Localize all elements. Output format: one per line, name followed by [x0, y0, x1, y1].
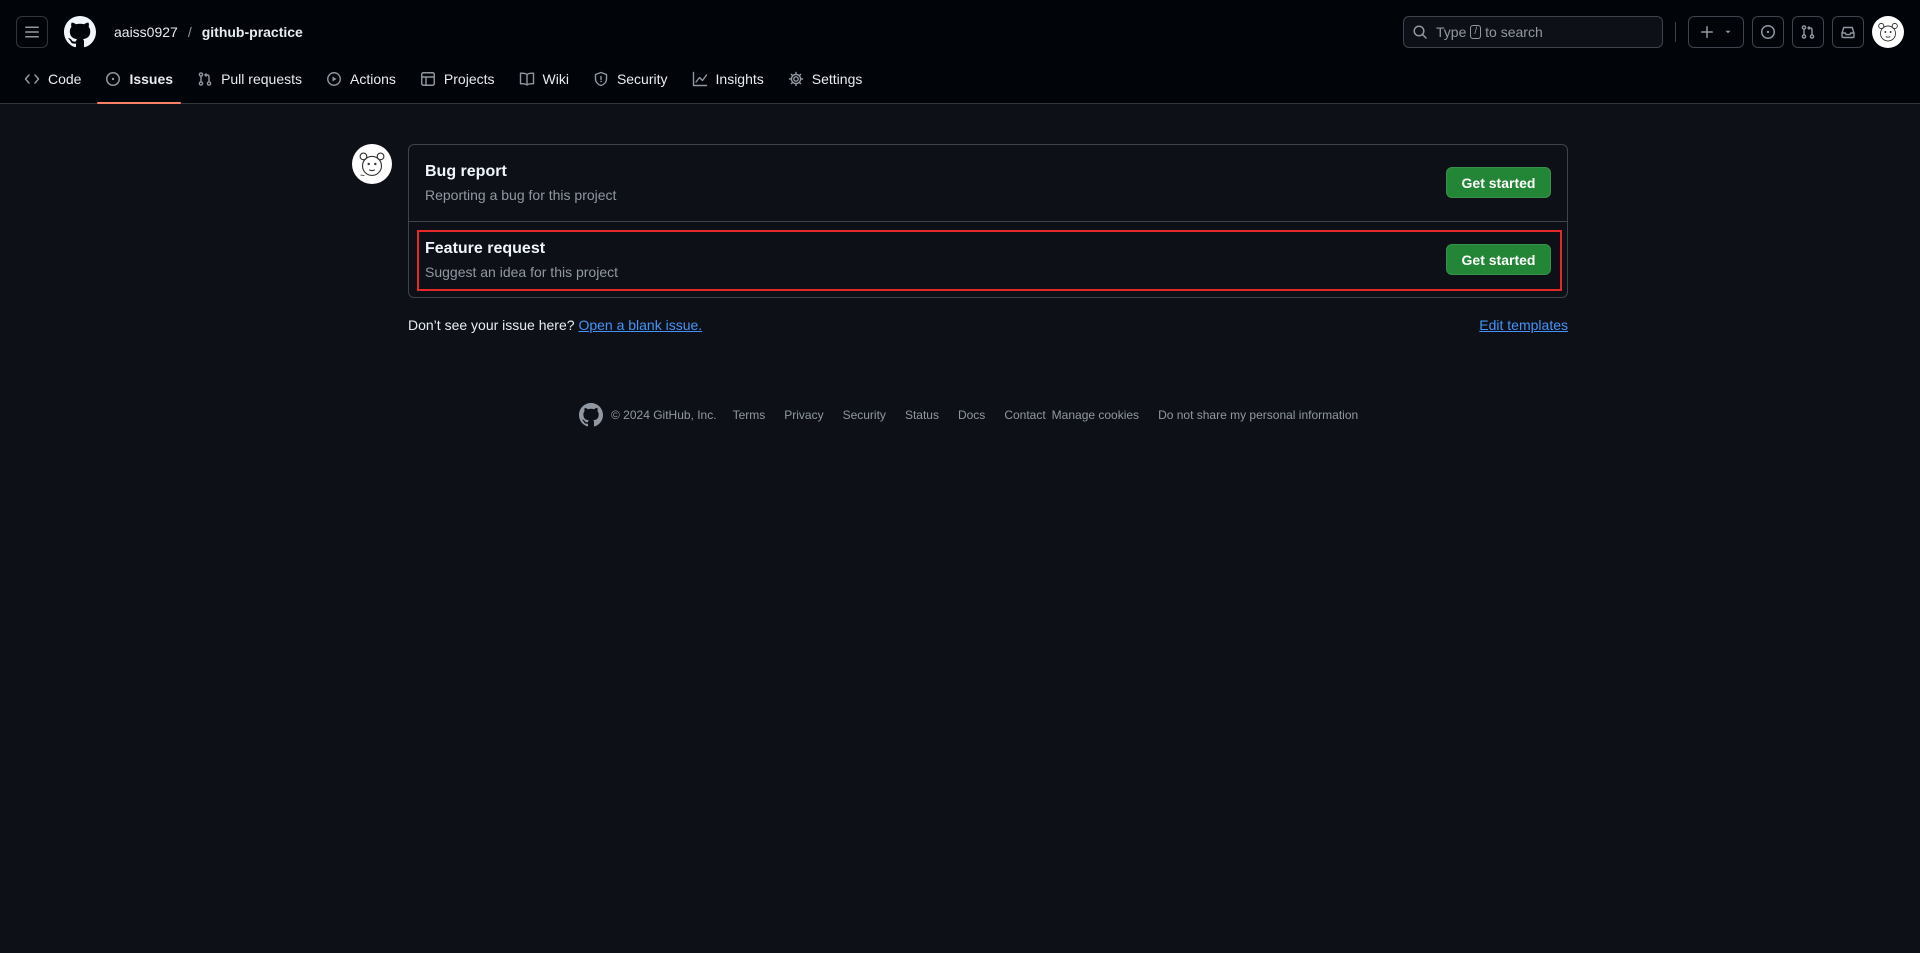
- template-list: Bug report Reporting a bug for this proj…: [408, 144, 1568, 298]
- breadcrumb: aaiss0927 / github-practice: [110, 24, 307, 40]
- git-pull-request-icon: [1801, 25, 1815, 39]
- footer-link-contact[interactable]: Contact: [1004, 408, 1045, 422]
- avatar-image-icon: [1873, 17, 1903, 47]
- repo-owner-link[interactable]: aaiss0927: [110, 24, 182, 40]
- footer-link-manage-cookies[interactable]: Manage cookies: [1052, 408, 1139, 422]
- search-icon: [1412, 24, 1428, 40]
- tab-label: Projects: [443, 71, 495, 87]
- template-description: Suggest an idea for this project: [425, 264, 619, 280]
- user-avatar[interactable]: [1872, 16, 1904, 48]
- tab-label: Issues: [129, 71, 174, 87]
- template-title: Bug report: [425, 163, 507, 180]
- shield-icon: [593, 71, 609, 87]
- tab-actions[interactable]: Actions: [318, 55, 404, 103]
- create-new-button[interactable]: [1688, 16, 1744, 48]
- inbox-icon: [1841, 26, 1855, 39]
- table-icon: [420, 71, 436, 87]
- template-feature-request: Feature request Suggest an idea for this…: [409, 221, 1567, 297]
- open-blank-issue-link[interactable]: Open a blank issue.: [578, 317, 702, 333]
- footer-link-security[interactable]: Security: [843, 408, 886, 422]
- pull-requests-button[interactable]: [1792, 16, 1824, 48]
- breadcrumb-separator: /: [187, 24, 192, 40]
- search-placeholder-prefix: Type: [1436, 24, 1467, 40]
- triangle-down-icon: [1725, 30, 1731, 34]
- tab-label: Insights: [715, 71, 764, 87]
- tab-wiki[interactable]: Wiki: [511, 55, 577, 103]
- page-footer: © 2024 GitHub, Inc. Terms Privacy Securi…: [579, 403, 1377, 427]
- repo-nav-tabs: Code Issues Pull requests Actions Projec…: [16, 55, 878, 104]
- search-shortcut-key: /: [1470, 25, 1482, 39]
- play-icon: [326, 71, 342, 87]
- app-header: aaiss0927 / github-practice Type / to se…: [0, 0, 1920, 104]
- header-divider: [1675, 22, 1676, 42]
- hamburger-icon: [25, 26, 39, 38]
- repo-name-link[interactable]: github-practice: [198, 24, 307, 40]
- template-description: Reporting a bug for this project: [425, 187, 617, 203]
- tab-settings[interactable]: Settings: [780, 55, 871, 103]
- git-pull-request-icon: [197, 71, 213, 87]
- github-logo-icon[interactable]: [64, 16, 96, 48]
- repo-owner-avatar[interactable]: [352, 144, 392, 184]
- menu-button[interactable]: [16, 16, 48, 48]
- search-input[interactable]: Type / to search: [1403, 16, 1663, 48]
- tab-label: Code: [48, 71, 82, 87]
- code-icon: [24, 71, 40, 87]
- tab-label: Settings: [811, 71, 863, 87]
- issue-opened-icon: [105, 71, 121, 87]
- tab-issues[interactable]: Issues: [97, 55, 181, 104]
- footer-link-status[interactable]: Status: [905, 408, 939, 422]
- edit-templates-link[interactable]: Edit templates: [1479, 317, 1568, 333]
- footer-copyright: © 2024 GitHub, Inc.: [611, 408, 717, 422]
- inbox-button[interactable]: [1832, 16, 1864, 48]
- tab-label: Wiki: [542, 71, 569, 87]
- tab-pull-requests[interactable]: Pull requests: [189, 55, 310, 103]
- tab-label: Actions: [350, 71, 396, 87]
- book-icon: [519, 71, 535, 87]
- blank-issue-row: Don’t see your issue here? Open a blank …: [408, 317, 1568, 333]
- header-actions: Type / to search: [1403, 16, 1904, 48]
- issues-button[interactable]: [1752, 16, 1784, 48]
- footer-link-terms[interactable]: Terms: [733, 408, 766, 422]
- footer-link-docs[interactable]: Docs: [958, 408, 985, 422]
- blank-issue-prompt: Don’t see your issue here? Open a blank …: [408, 317, 702, 333]
- search-placeholder-suffix: to search: [1485, 24, 1543, 40]
- tab-code[interactable]: Code: [16, 55, 89, 103]
- tab-projects[interactable]: Projects: [412, 55, 503, 103]
- footer-link-do-not-share[interactable]: Do not share my personal information: [1158, 408, 1358, 422]
- blank-issue-question: Don’t see your issue here?: [408, 317, 575, 333]
- avatar-image-icon: [353, 145, 391, 183]
- tab-insights[interactable]: Insights: [684, 55, 772, 103]
- plus-icon: [1701, 26, 1713, 38]
- tab-label: Pull requests: [221, 71, 302, 87]
- template-title: Feature request: [425, 240, 546, 257]
- footer-link-privacy[interactable]: Privacy: [784, 408, 823, 422]
- get-started-button[interactable]: Get started: [1446, 167, 1551, 198]
- gear-icon: [788, 71, 804, 87]
- graph-icon: [692, 71, 708, 87]
- template-bug-report: Bug report Reporting a bug for this proj…: [409, 145, 1567, 221]
- tab-security[interactable]: Security: [585, 55, 676, 103]
- get-started-button[interactable]: Get started: [1446, 244, 1551, 275]
- issue-opened-icon: [1761, 25, 1775, 39]
- github-mark-icon[interactable]: [579, 403, 603, 427]
- tab-label: Security: [616, 71, 668, 87]
